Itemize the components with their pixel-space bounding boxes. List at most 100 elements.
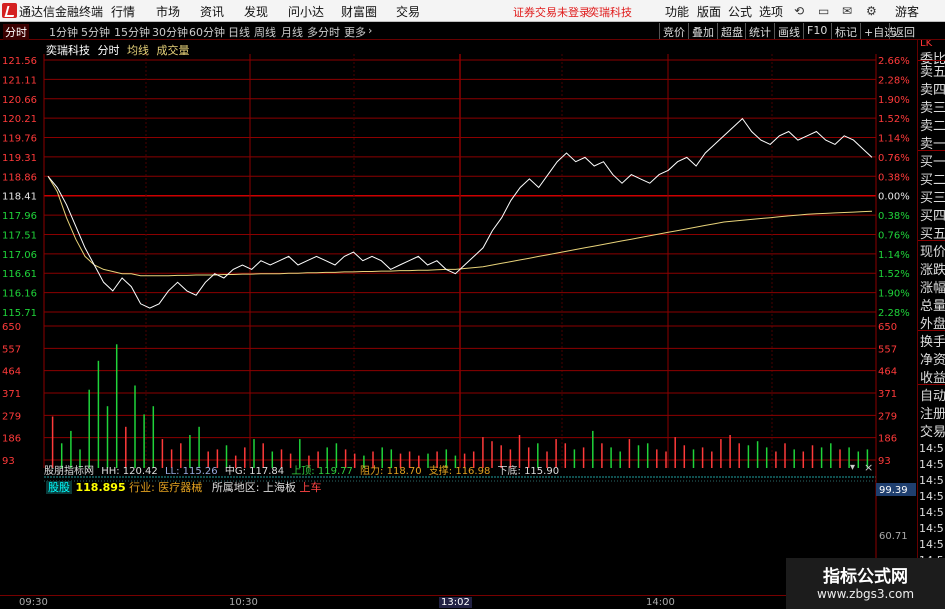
- price-tick-label: 116.16: [2, 289, 37, 300]
- price-tick-label: 118.86: [2, 172, 37, 183]
- trade-time-5: 14:5: [919, 522, 944, 535]
- tab-daily[interactable]: 日线: [228, 24, 250, 40]
- volume-tick-label: 93: [878, 456, 891, 467]
- btn-jingjia[interactable]: 竞价: [659, 23, 688, 39]
- percent-tick-label: 0.76%: [878, 153, 910, 164]
- percent-tick-label: 2.66%: [878, 56, 910, 67]
- panel-item-3: 卖三: [920, 101, 945, 116]
- volume-axis-left: 650 557 464 371 279 186 93: [2, 322, 21, 467]
- indicator-bar: 股朋指标网 HH: 120.42 LL: 115.26 中G: 117.84 上…: [44, 462, 874, 477]
- panel-item-21[interactable]: 交易: [920, 421, 945, 440]
- menu-zixun[interactable]: 资讯: [200, 3, 224, 20]
- message-icon[interactable]: ✉: [842, 4, 852, 18]
- volume-tick-label: 371: [878, 389, 897, 400]
- watermark-title: 指标公式网: [823, 567, 908, 587]
- app-logo-icon: [2, 3, 17, 18]
- trade-time-1: 14:5: [919, 458, 944, 471]
- tab-monthly[interactable]: 月线: [281, 24, 303, 40]
- btn-tongji[interactable]: 统计: [745, 23, 774, 39]
- price-tick-label: 117.96: [2, 211, 37, 222]
- tab-1min[interactable]: 1分钟: [49, 24, 78, 40]
- volume-tick-label: 557: [2, 344, 21, 355]
- tab-fenshi[interactable]: 分时: [3, 24, 29, 40]
- indicator-name[interactable]: 股朋指标网: [44, 466, 94, 477]
- price-tick-label: 119.76: [2, 134, 37, 145]
- chevron-right-icon[interactable]: ›: [368, 24, 372, 37]
- btn-biaoji[interactable]: 标记: [831, 23, 860, 39]
- percent-tick-label: 1.14%: [878, 250, 910, 261]
- panel-item-13: 涨幅: [920, 281, 945, 296]
- volume-tick-label: 557: [878, 344, 897, 355]
- menu-gongshi[interactable]: 公式: [728, 3, 752, 20]
- period-tab-bar: 分时 1分钟 5分钟 15分钟 30分钟 60分钟 日线 周线 月线 多分时 更…: [0, 22, 945, 40]
- panel-item-19[interactable]: 自动: [920, 385, 945, 404]
- menu-gongneng[interactable]: 功能: [665, 3, 689, 20]
- minimize-icon[interactable]: ▭: [818, 4, 829, 18]
- time-tick-cursor: 13:02: [439, 597, 472, 608]
- tab-weekly[interactable]: 周线: [254, 24, 276, 40]
- menu-shichang[interactable]: 市场: [156, 3, 180, 20]
- price-tick-label: 121.11: [2, 75, 37, 86]
- price-tick-label: 120.21: [2, 114, 37, 125]
- guest-user[interactable]: 游客: [895, 3, 919, 20]
- menu-hangqing[interactable]: 行情: [111, 3, 135, 20]
- time-tick-1400: 14:00: [646, 597, 675, 608]
- price-tick-label: 115.71: [2, 308, 37, 319]
- menu-banmian[interactable]: 版面: [697, 3, 721, 20]
- app-title: 通达信金融终端: [19, 5, 104, 19]
- menu-wenxiaoda[interactable]: 问小达: [288, 3, 324, 20]
- trade-time-3: 14:5: [919, 490, 944, 503]
- info-value: 118.895: [75, 481, 126, 494]
- volume-tick-label: 93: [2, 456, 15, 467]
- percent-tick-label: 1.52%: [878, 114, 910, 125]
- percent-tick-label: 0.00%: [878, 192, 910, 203]
- indicator-ll: LL: 115.26: [164, 466, 218, 477]
- indicator-mid: 中G: 117.84: [224, 466, 285, 477]
- tab-more[interactable]: 更多: [344, 24, 366, 40]
- percent-axis: 2.66% 2.28% 1.90% 1.52% 1.14% 0.76% 0.38% 0.00%…: [878, 56, 910, 319]
- quote-side-panel: LK 委比 卖五 卖四 卖三 卖二 卖一 买一 买二 买三 买四 买五 现价 涨跌 涨幅 总量 外盘 换手 净资收…: [917, 40, 945, 595]
- btn-diejia[interactable]: 叠加: [688, 23, 717, 39]
- close-icon[interactable]: ×: [864, 461, 873, 474]
- menu-caifuquan[interactable]: 财富圈: [341, 3, 377, 20]
- price-tick-label: 118.41: [2, 192, 37, 203]
- refresh-icon[interactable]: ⟲: [794, 4, 804, 18]
- price-tick-label: 120.66: [2, 95, 37, 106]
- percent-tick-label: 2.28%: [878, 308, 910, 319]
- price-tick-label: 117.06: [2, 250, 37, 261]
- btn-huaxian[interactable]: 画线: [774, 23, 803, 39]
- btn-back[interactable]: 返回: [889, 23, 918, 39]
- trade-login-warning[interactable]: 证券交易未登录: [513, 4, 590, 20]
- btn-f10[interactable]: F10: [803, 23, 830, 39]
- indicator-support: 支撑: 116.98: [428, 466, 491, 477]
- percent-tick-label: 2.28%: [878, 75, 910, 86]
- indicator-up-bound: 上顶: 119.77: [291, 466, 353, 477]
- info-tag: 股股: [46, 481, 72, 494]
- menu-jiaoyi[interactable]: 交易: [396, 3, 420, 20]
- settings-icon[interactable]: ⚙: [866, 4, 877, 18]
- trade-time-4: 14:5: [919, 506, 944, 519]
- percent-tick-label: 1.90%: [878, 289, 910, 300]
- indicator-level-mid: 60.71: [879, 531, 908, 542]
- tab-15min[interactable]: 15分钟: [114, 24, 150, 40]
- price-tick-label: 121.56: [2, 56, 37, 67]
- panel-item-20[interactable]: 注册: [920, 403, 945, 422]
- panel-item-8: 买三: [920, 191, 945, 206]
- btn-chaopan[interactable]: 超盘: [717, 23, 746, 39]
- chart-grid: [43, 54, 877, 468]
- time-tick-1030: 10:30: [229, 597, 258, 608]
- tab-5min[interactable]: 5分钟: [81, 24, 110, 40]
- panel-item-17: 净资: [920, 353, 945, 368]
- indicator-dropdown-icon[interactable]: ▾: [850, 462, 855, 473]
- tab-60min[interactable]: 60分钟: [189, 24, 225, 40]
- tab-multi-fenshi[interactable]: 多分时: [307, 24, 340, 40]
- tab-30min[interactable]: 30分钟: [152, 24, 188, 40]
- menu-xuanxiang[interactable]: 选项: [759, 3, 783, 20]
- info-region: 所属地区: 上海板: [211, 481, 297, 494]
- watermark-url: www.zbgs3.com: [816, 587, 915, 601]
- panel-item-1: 卖五: [920, 65, 945, 80]
- price-axis: 121.56 121.11 120.66 120.21 119.76 119.31 118.…: [2, 56, 37, 319]
- intraday-chart[interactable]: 121.56 121.11 120.66 120.21 119.76 119.31 118.…: [0, 40, 945, 595]
- menu-faxian[interactable]: 发现: [244, 3, 268, 20]
- stock-name-title: 奕瑞科技: [588, 6, 632, 19]
